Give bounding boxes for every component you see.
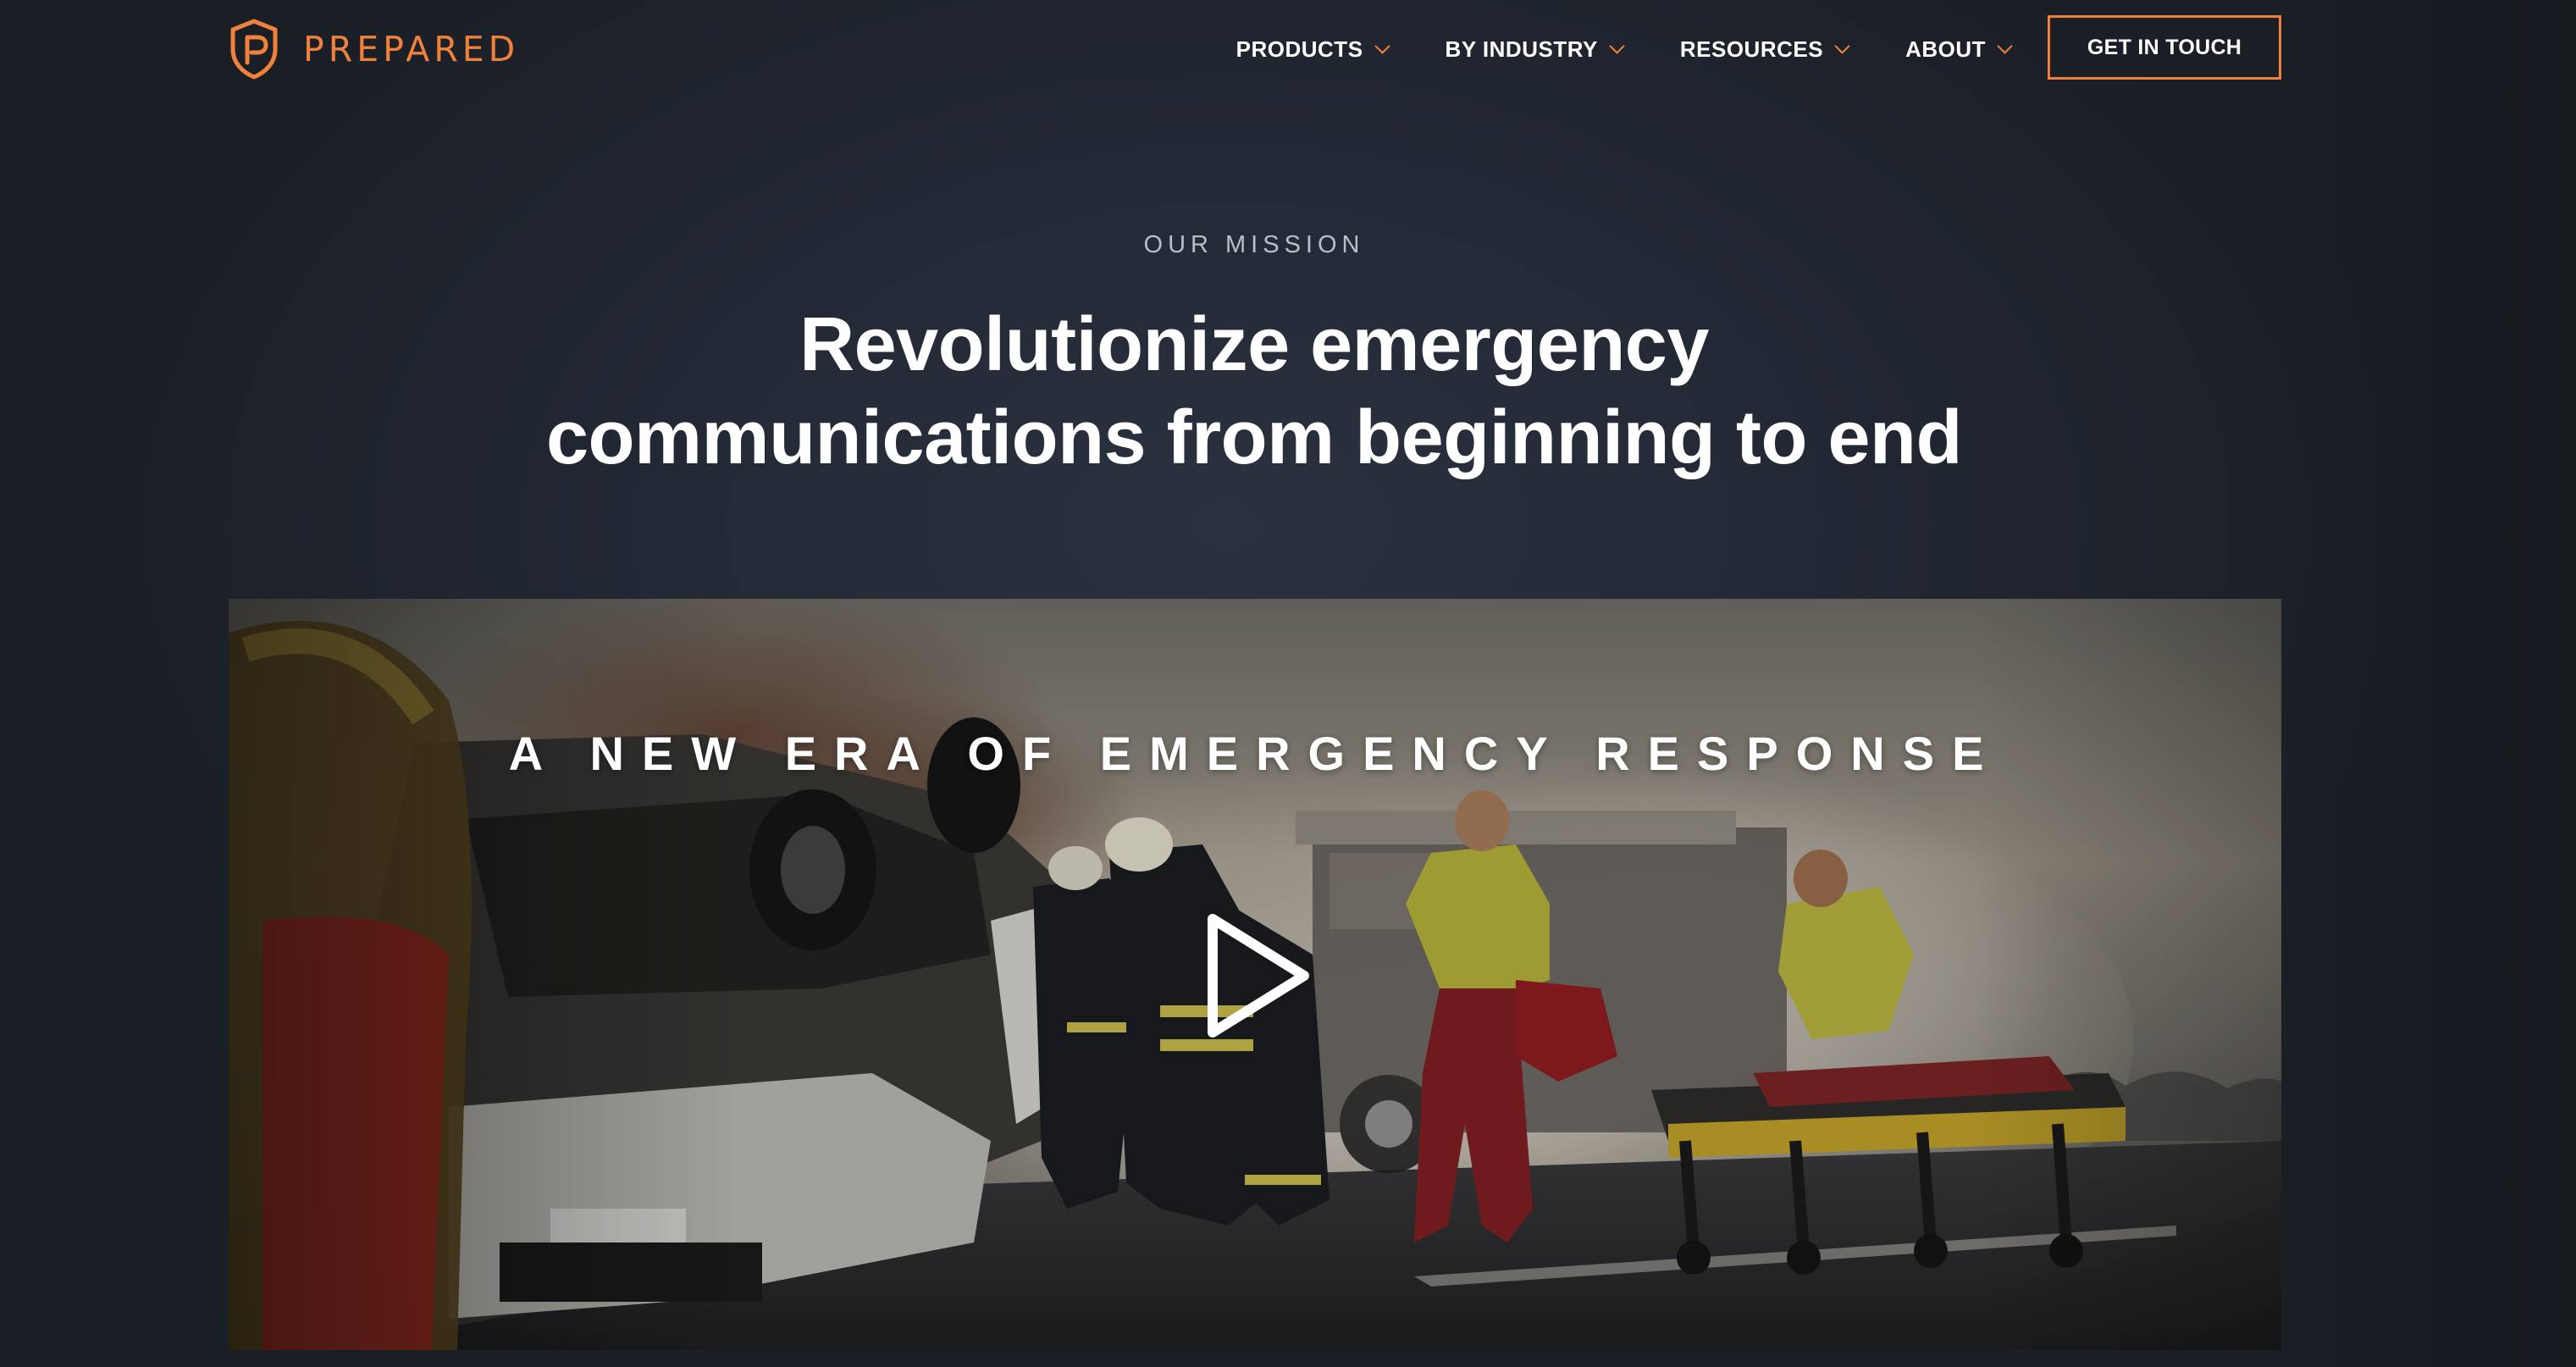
video-player[interactable]: A NEW ERA OF EMERGENCY RESPONSE	[229, 599, 2281, 1350]
headline-line-1: Revolutionize emergency	[799, 302, 1709, 387]
get-in-touch-button[interactable]: GET IN TOUCH	[2048, 15, 2281, 80]
page-title: Revolutionize emergency communications f…	[0, 298, 2508, 484]
nav-label: PRODUCTS	[1235, 36, 1363, 62]
nav-label: RESOURCES	[1679, 36, 1824, 62]
nav-by-industry[interactable]: BY INDUSTRY	[1445, 36, 1625, 63]
play-icon[interactable]	[1194, 904, 1321, 1048]
main-nav: PRODUCTS BY INDUSTRY RESOURCES ABOUT	[1179, 15, 2013, 83]
video-title: A NEW ERA OF EMERGENCY RESPONSE	[508, 727, 2002, 780]
nav-label: BY INDUSTRY	[1445, 36, 1598, 62]
logo-text: PREPARED	[303, 29, 520, 69]
nav-resources[interactable]: RESOURCES	[1679, 36, 1850, 63]
site-header: PREPARED PRODUCTS BY INDUSTRY RESOURCES …	[229, 15, 2281, 83]
nav-label: ABOUT	[1905, 36, 1986, 62]
chevron-down-icon	[1834, 37, 1850, 54]
nav-about[interactable]: ABOUT	[1905, 36, 2013, 63]
page: PREPARED PRODUCTS BY INDUSTRY RESOURCES …	[0, 0, 2576, 1367]
logo[interactable]: PREPARED	[229, 19, 519, 80]
chevron-down-icon	[1609, 37, 1625, 54]
chevron-down-icon	[1997, 37, 2013, 54]
section-eyebrow: OUR MISSION	[1143, 231, 1365, 258]
nav-products[interactable]: PRODUCTS	[1235, 36, 1390, 63]
shield-p-icon	[230, 19, 278, 80]
headline-line-2: communications from beginning to end	[545, 396, 1963, 480]
chevron-down-icon	[1374, 37, 1390, 54]
